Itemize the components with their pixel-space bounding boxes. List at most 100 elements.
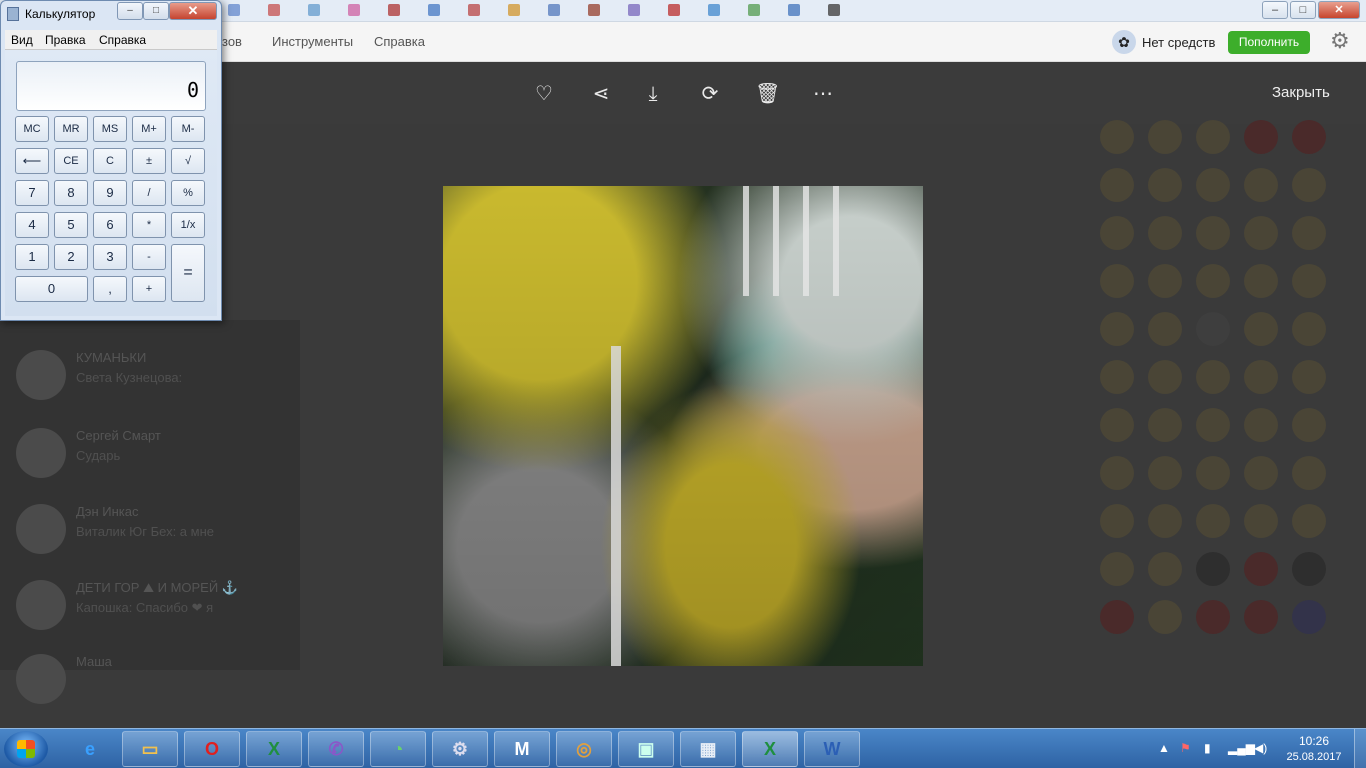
download-icon[interactable]: ⤓: [641, 82, 665, 106]
emoji-icon[interactable]: [1100, 552, 1134, 586]
key-4[interactable]: 4: [15, 212, 49, 238]
emoji-icon[interactable]: [1292, 360, 1326, 394]
emoji-icon[interactable]: [1292, 456, 1326, 490]
balance-status[interactable]: ✿ Нет средств: [1112, 30, 1215, 54]
key-mplus[interactable]: M+: [132, 116, 166, 142]
emoji-icon[interactable]: [1292, 504, 1326, 538]
key-minus[interactable]: -: [132, 244, 166, 270]
key-ce[interactable]: CE: [54, 148, 88, 174]
calculator-taskbar-icon[interactable]: ▦: [680, 731, 736, 767]
menu-partial[interactable]: зов: [222, 34, 242, 49]
key-equals[interactable]: =: [171, 244, 205, 302]
settings-gear-icon[interactable]: ⚙: [1330, 28, 1350, 54]
app-maximize-button[interactable]: □: [1290, 1, 1316, 19]
emoji-icon[interactable]: [1100, 216, 1134, 250]
viewer-close-link[interactable]: Закрыть: [1272, 84, 1330, 101]
emoji-icon[interactable]: [1148, 120, 1182, 154]
emoji-icon[interactable]: [1292, 168, 1326, 202]
emoji-icon[interactable]: [1148, 168, 1182, 202]
emoji-icon[interactable]: [1100, 312, 1134, 346]
key-comma[interactable]: ,: [93, 276, 127, 302]
calc-minimize-button[interactable]: –: [117, 2, 143, 20]
emoji-icon[interactable]: [1244, 504, 1278, 538]
disk-app-icon[interactable]: ◎: [556, 731, 612, 767]
key-c[interactable]: C: [93, 148, 127, 174]
emoji-icon[interactable]: [1148, 456, 1182, 490]
emoji-icon[interactable]: [1196, 360, 1230, 394]
emoji-icon[interactable]: [1148, 552, 1182, 586]
emoji-icon[interactable]: [1148, 264, 1182, 298]
emoji-icon[interactable]: [1196, 456, 1230, 490]
menu-tools[interactable]: Инструменты: [272, 34, 353, 49]
ie-icon[interactable]: e: [62, 731, 118, 767]
key-plusminus[interactable]: ±: [132, 148, 166, 174]
key-sqrt[interactable]: √: [171, 148, 205, 174]
monitor-app-icon[interactable]: ▣: [618, 731, 674, 767]
rotate-icon[interactable]: ⟳: [698, 82, 722, 106]
emoji-icon[interactable]: [1100, 264, 1134, 298]
key-5[interactable]: 5: [54, 212, 88, 238]
emoji-icon[interactable]: [1292, 312, 1326, 346]
gear-app-icon[interactable]: ⚙: [432, 731, 488, 767]
key-percent[interactable]: %: [171, 180, 205, 206]
key-ms[interactable]: MS: [93, 116, 127, 142]
key-mr[interactable]: MR: [54, 116, 88, 142]
emoji-icon[interactable]: [1292, 264, 1326, 298]
emoji-icon[interactable]: [1196, 216, 1230, 250]
emoji-icon[interactable]: [1244, 216, 1278, 250]
emoji-icon[interactable]: [1292, 408, 1326, 442]
key-1[interactable]: 1: [15, 244, 49, 270]
chat-item[interactable]: Дэн Инкас Виталик Юг Бех: а мне: [16, 504, 296, 564]
emoji-icon[interactable]: [1292, 600, 1326, 634]
word-icon[interactable]: W: [804, 731, 860, 767]
maxthon-icon[interactable]: M: [494, 731, 550, 767]
chat-item[interactable]: ДЕТИ ГОР ⛰ И МОРЕЙ ⚓ Капошка: Спасибо ❤ …: [16, 580, 296, 640]
emoji-icon[interactable]: [1244, 408, 1278, 442]
emoji-icon[interactable]: [1244, 600, 1278, 634]
menu-help[interactable]: Справка: [374, 34, 425, 49]
emoji-icon[interactable]: [1196, 312, 1230, 346]
app-minimize-button[interactable]: –: [1262, 1, 1288, 19]
emoji-icon[interactable]: [1196, 120, 1230, 154]
heart-icon[interactable]: ♡: [532, 82, 556, 106]
chat-item[interactable]: Маша: [16, 654, 296, 714]
menu-help[interactable]: Справка: [99, 33, 146, 47]
key-7[interactable]: 7: [15, 180, 49, 206]
key-multiply[interactable]: *: [132, 212, 166, 238]
topup-button[interactable]: Пополнить: [1228, 31, 1310, 54]
excel-icon[interactable]: X: [246, 731, 302, 767]
emoji-icon[interactable]: [1100, 360, 1134, 394]
emoji-icon[interactable]: [1244, 264, 1278, 298]
emoji-icon[interactable]: [1100, 504, 1134, 538]
emoji-icon[interactable]: [1100, 600, 1134, 634]
emoji-icon[interactable]: [1100, 408, 1134, 442]
tray-volume-icon[interactable]: ◀): [1254, 741, 1267, 755]
key-6[interactable]: 6: [93, 212, 127, 238]
emoji-icon[interactable]: [1292, 552, 1326, 586]
key-9[interactable]: 9: [93, 180, 127, 206]
tray-device-icon[interactable]: ▮: [1204, 741, 1211, 755]
trash-icon[interactable]: 🗑: [755, 82, 780, 106]
key-3[interactable]: 3: [93, 244, 127, 270]
explorer-icon[interactable]: ▭: [122, 731, 178, 767]
emoji-icon[interactable]: [1148, 504, 1182, 538]
excel-active-icon[interactable]: X: [742, 731, 798, 767]
menu-edit[interactable]: Правка: [45, 33, 86, 47]
key-mc[interactable]: MC: [15, 116, 49, 142]
tray-signal-icon[interactable]: ▂▄▆: [1228, 741, 1255, 755]
app-green-icon[interactable]: ◔: [370, 731, 426, 767]
emoji-icon[interactable]: [1196, 168, 1230, 202]
key-backspace[interactable]: ⟵: [15, 148, 49, 174]
emoji-icon[interactable]: [1148, 600, 1182, 634]
show-desktop-button[interactable]: [1354, 729, 1366, 768]
key-2[interactable]: 2: [54, 244, 88, 270]
key-divide[interactable]: /: [132, 180, 166, 206]
emoji-icon[interactable]: [1100, 456, 1134, 490]
emoji-icon[interactable]: [1100, 120, 1134, 154]
menu-view[interactable]: Вид: [11, 33, 33, 47]
chat-item[interactable]: Сергей Смарт Сударь: [16, 428, 296, 488]
emoji-icon[interactable]: [1244, 360, 1278, 394]
emoji-icon[interactable]: [1244, 312, 1278, 346]
emoji-icon[interactable]: [1196, 504, 1230, 538]
emoji-icon[interactable]: [1148, 360, 1182, 394]
